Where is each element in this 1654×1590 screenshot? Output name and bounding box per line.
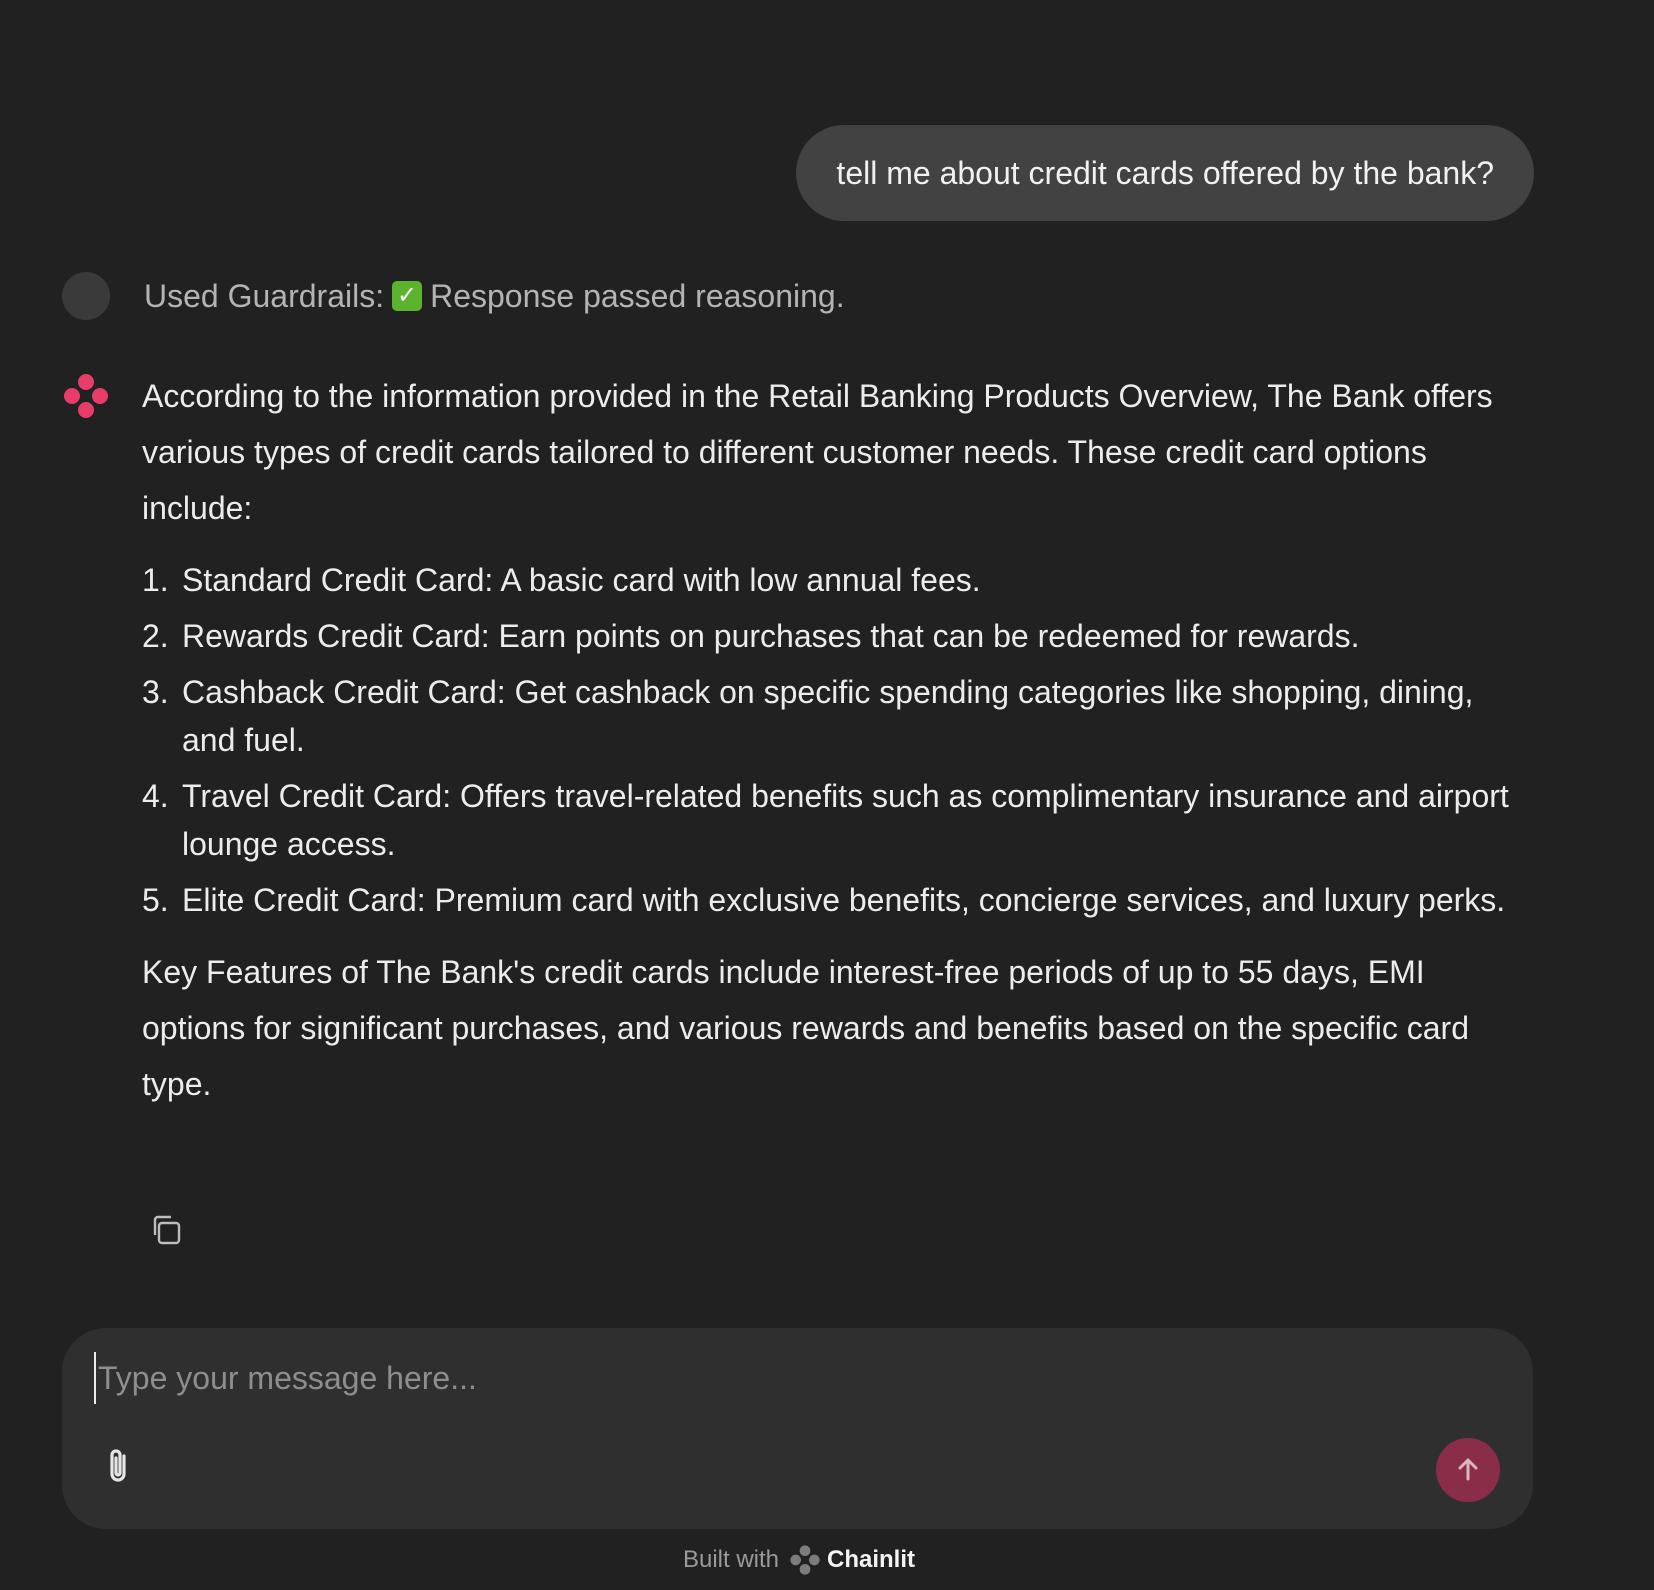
step-avatar [62,272,110,320]
list-item: 1. Standard Credit Card: A basic card wit… [142,562,981,598]
message-composer [62,1328,1533,1529]
guardrails-step[interactable]: Used Guardrails: ✓ Response passed reaso… [62,272,845,320]
step-prefix: Used Guardrails: [144,277,385,314]
user-message-bubble: tell me about credit cards offered by th… [796,125,1534,221]
list-item: 4. Travel Credit Card: Offers travel-rela… [142,778,1509,862]
list-item: 5. Elite Credit Card: Premium card with e… [142,882,1506,918]
check-mark-button-icon: ✓ [392,281,423,311]
assistant-message: According to the information provided in… [142,368,1532,1112]
chainlit-logo-icon [790,1545,820,1575]
copy-button[interactable] [146,1210,186,1250]
message-input[interactable] [94,1352,1480,1404]
arrow-up-icon [1458,1458,1478,1481]
footer: Built with Chainlit [0,1544,1598,1576]
assistant-avatar-icon [62,372,110,420]
chat-page: tell me about credit cards offered by th… [0,0,1654,1590]
list-item: 2. Rewards Credit Card: Earn points on pu… [142,618,1360,654]
credit-card-list: 1. Standard Credit Card: A basic card wit… [142,556,1532,924]
step-text: Used Guardrails: ✓ Response passed reaso… [144,278,845,315]
paperclip-icon [110,1449,126,1482]
user-message-row: tell me about credit cards offered by th… [796,125,1534,221]
send-button[interactable] [1436,1438,1500,1502]
copy-icon [153,1215,181,1245]
list-item: 3. Cashback Credit Card: Get cashback on … [142,674,1474,758]
footer-built-with: Built with [682,1546,780,1573]
footer-brand[interactable]: Chainlit [827,1546,915,1574]
attach-button[interactable] [98,1444,142,1488]
assistant-outro: Key Features of The Bank's credit cards … [142,954,1469,1102]
step-suffix: Response passed reasoning. [430,277,845,314]
assistant-intro: According to the information provided in… [142,378,1493,526]
